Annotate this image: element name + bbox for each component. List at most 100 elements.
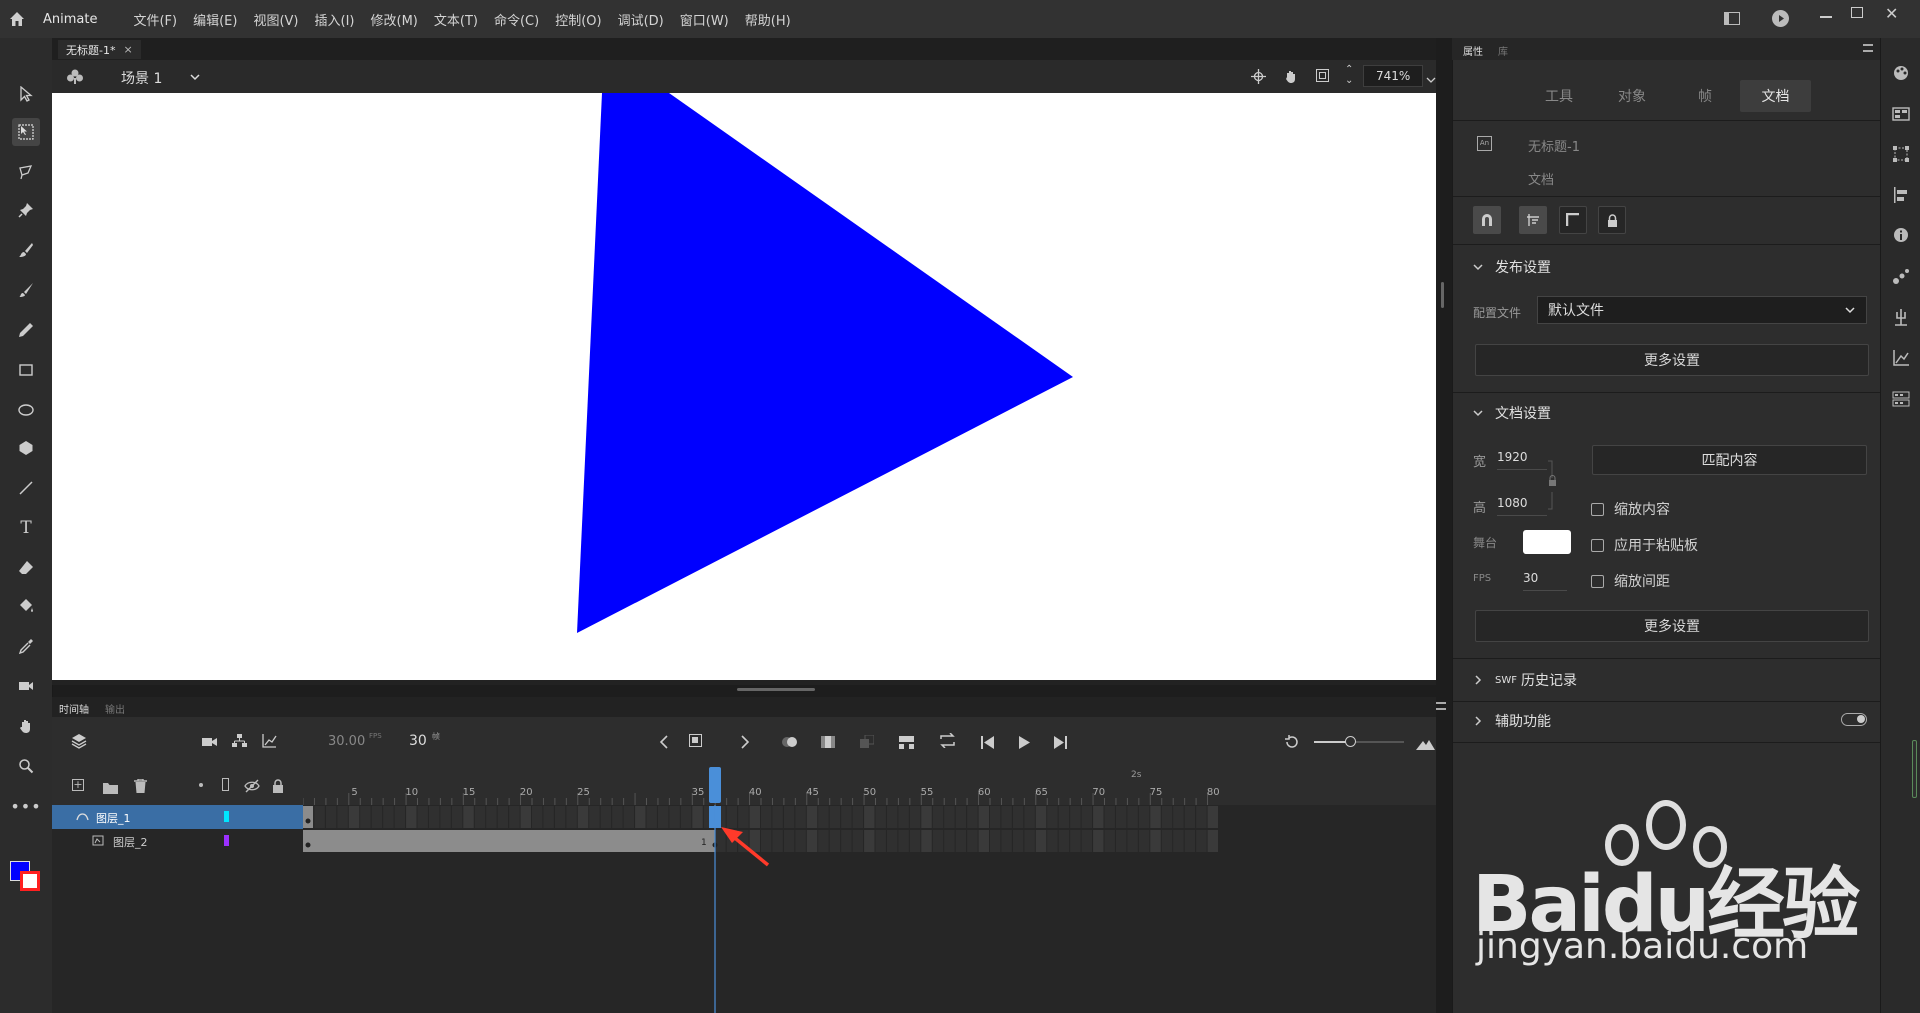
- frame-cell[interactable]: [1138, 830, 1150, 852]
- onion-skin-icon[interactable]: [781, 734, 799, 753]
- camera-tool-icon[interactable]: [12, 672, 40, 700]
- checkbox-box[interactable]: [1591, 538, 1604, 552]
- document-tab[interactable]: 无标题-1* ×: [58, 40, 141, 59]
- frame-cell[interactable]: [1024, 830, 1035, 852]
- tab-frame[interactable]: 帧: [1698, 86, 1712, 106]
- frame-cell[interactable]: [337, 806, 348, 828]
- current-frame-value[interactable]: 30: [409, 733, 427, 749]
- frame-cell[interactable]: [921, 830, 932, 852]
- fit-frames-icon[interactable]: [1416, 735, 1435, 754]
- frame-cell[interactable]: [1093, 830, 1104, 852]
- menu-commands[interactable]: 命令(C): [494, 10, 539, 29]
- pencil-tool-icon[interactable]: [12, 316, 40, 344]
- text-tool-icon[interactable]: T: [12, 514, 40, 542]
- frame-cell[interactable]: [1081, 830, 1093, 852]
- frame-cell[interactable]: [772, 830, 783, 852]
- frame-cell[interactable]: [428, 806, 440, 828]
- frame-cell[interactable]: [1104, 830, 1115, 852]
- frame-cell[interactable]: [451, 806, 463, 828]
- frame-size-slider[interactable]: [1314, 736, 1404, 747]
- rectangle-tool-icon[interactable]: [12, 356, 40, 384]
- frame-cell[interactable]: [1001, 806, 1012, 828]
- frame-cell[interactable]: [417, 806, 428, 828]
- layer-color-swatch[interactable]: [224, 811, 229, 822]
- fps-value[interactable]: 30.00: [328, 734, 365, 749]
- checkbox-box[interactable]: [1591, 574, 1604, 588]
- scale-spacing-checkbox[interactable]: 缩放间距: [1591, 571, 1670, 591]
- line-tool-icon[interactable]: [12, 474, 40, 502]
- align-panel-icon[interactable]: [1892, 186, 1910, 204]
- playhead-handle[interactable]: [709, 767, 721, 803]
- menu-insert[interactable]: 插入(I): [315, 10, 355, 29]
- camera-icon[interactable]: [202, 734, 218, 753]
- frame-cell[interactable]: [1058, 830, 1070, 852]
- code-snippets-icon[interactable]: [1892, 308, 1910, 326]
- frame-cell[interactable]: [852, 830, 864, 852]
- menu-text[interactable]: 文本(T): [434, 10, 478, 29]
- frame-cell[interactable]: [886, 806, 898, 828]
- frame-cell[interactable]: [348, 806, 360, 828]
- frame-cell[interactable]: [1070, 830, 1081, 852]
- frame-cell[interactable]: [1127, 830, 1138, 852]
- scale-content-checkbox[interactable]: 缩放内容: [1591, 499, 1670, 519]
- frame-size-slider-thumb[interactable]: [1345, 736, 1356, 747]
- step-forward-icon[interactable]: [1053, 734, 1067, 753]
- frame-cell[interactable]: [486, 806, 497, 828]
- frame-cell[interactable]: [1173, 806, 1184, 828]
- frame-cell[interactable]: [1196, 830, 1207, 852]
- frame-cell[interactable]: [921, 806, 932, 828]
- frame-cell[interactable]: [829, 806, 841, 828]
- test-movie-icon[interactable]: [1772, 10, 1789, 27]
- frame-cell[interactable]: [715, 830, 726, 852]
- new-folder-icon[interactable]: [103, 779, 118, 798]
- info-panel-icon[interactable]: [1892, 226, 1910, 244]
- document-more-settings-button[interactable]: 更多设置: [1475, 610, 1869, 642]
- scene-name[interactable]: 场景 1: [121, 68, 162, 88]
- workspace-layout-icon[interactable]: [1724, 12, 1740, 25]
- frame-cell[interactable]: [818, 830, 829, 852]
- frame-cell[interactable]: [1196, 806, 1207, 828]
- layer-parenting-icon[interactable]: [232, 733, 247, 752]
- frame-cell[interactable]: [932, 806, 944, 828]
- frame-cell[interactable]: [669, 806, 680, 828]
- frame-cell[interactable]: [635, 806, 646, 828]
- frame-cell[interactable]: [1081, 806, 1093, 828]
- color-panel-icon[interactable]: [1892, 64, 1910, 82]
- lasso-tool-icon[interactable]: [12, 158, 40, 186]
- fps-field[interactable]: 30: [1523, 566, 1567, 591]
- frame-cell[interactable]: [1104, 806, 1115, 828]
- layer1-first-keyframe[interactable]: [303, 806, 313, 828]
- zoom-stepper-icon[interactable]: ⌃ ⌄: [1345, 64, 1353, 86]
- frame-cell[interactable]: [795, 806, 806, 828]
- tab-tool[interactable]: 工具: [1545, 86, 1573, 106]
- frame-cell[interactable]: [543, 806, 554, 828]
- hide-layers-icon[interactable]: [244, 778, 260, 797]
- frame-cell[interactable]: [967, 806, 978, 828]
- frame-cell[interactable]: [1093, 806, 1104, 828]
- snap-magnet-button[interactable]: [1473, 206, 1501, 234]
- menu-edit[interactable]: 编辑(E): [193, 10, 237, 29]
- frame-cell[interactable]: [680, 806, 692, 828]
- publish-settings-header[interactable]: 发布设置: [1453, 252, 1881, 282]
- tween-span[interactable]: [303, 830, 715, 852]
- tab-output[interactable]: 输出: [105, 701, 125, 716]
- frame-cell[interactable]: [440, 806, 451, 828]
- frame-cell[interactable]: [1115, 806, 1127, 828]
- apply-pasteboard-checkbox[interactable]: 应用于粘贴板: [1591, 535, 1698, 555]
- insert-keyframe-icon[interactable]: [689, 734, 702, 747]
- checkbox-box[interactable]: [1591, 502, 1604, 516]
- stage[interactable]: [52, 93, 1436, 680]
- vertical-scroll-handle[interactable]: [1441, 282, 1444, 308]
- snap-center-icon[interactable]: [1251, 69, 1266, 88]
- frame-cell[interactable]: [474, 806, 486, 828]
- next-keyframe-icon[interactable]: [740, 734, 750, 753]
- frame-cell[interactable]: [955, 806, 967, 828]
- accessibility-toggle[interactable]: [1841, 713, 1867, 726]
- frame-cell[interactable]: [944, 806, 955, 828]
- previous-keyframe-icon[interactable]: [659, 734, 669, 753]
- frame-cell[interactable]: [520, 806, 531, 828]
- frame-cell[interactable]: [806, 806, 818, 828]
- menu-debug[interactable]: 调试(D): [618, 10, 664, 29]
- menu-help[interactable]: 帮助(H): [745, 10, 791, 29]
- frame-cell[interactable]: [898, 830, 909, 852]
